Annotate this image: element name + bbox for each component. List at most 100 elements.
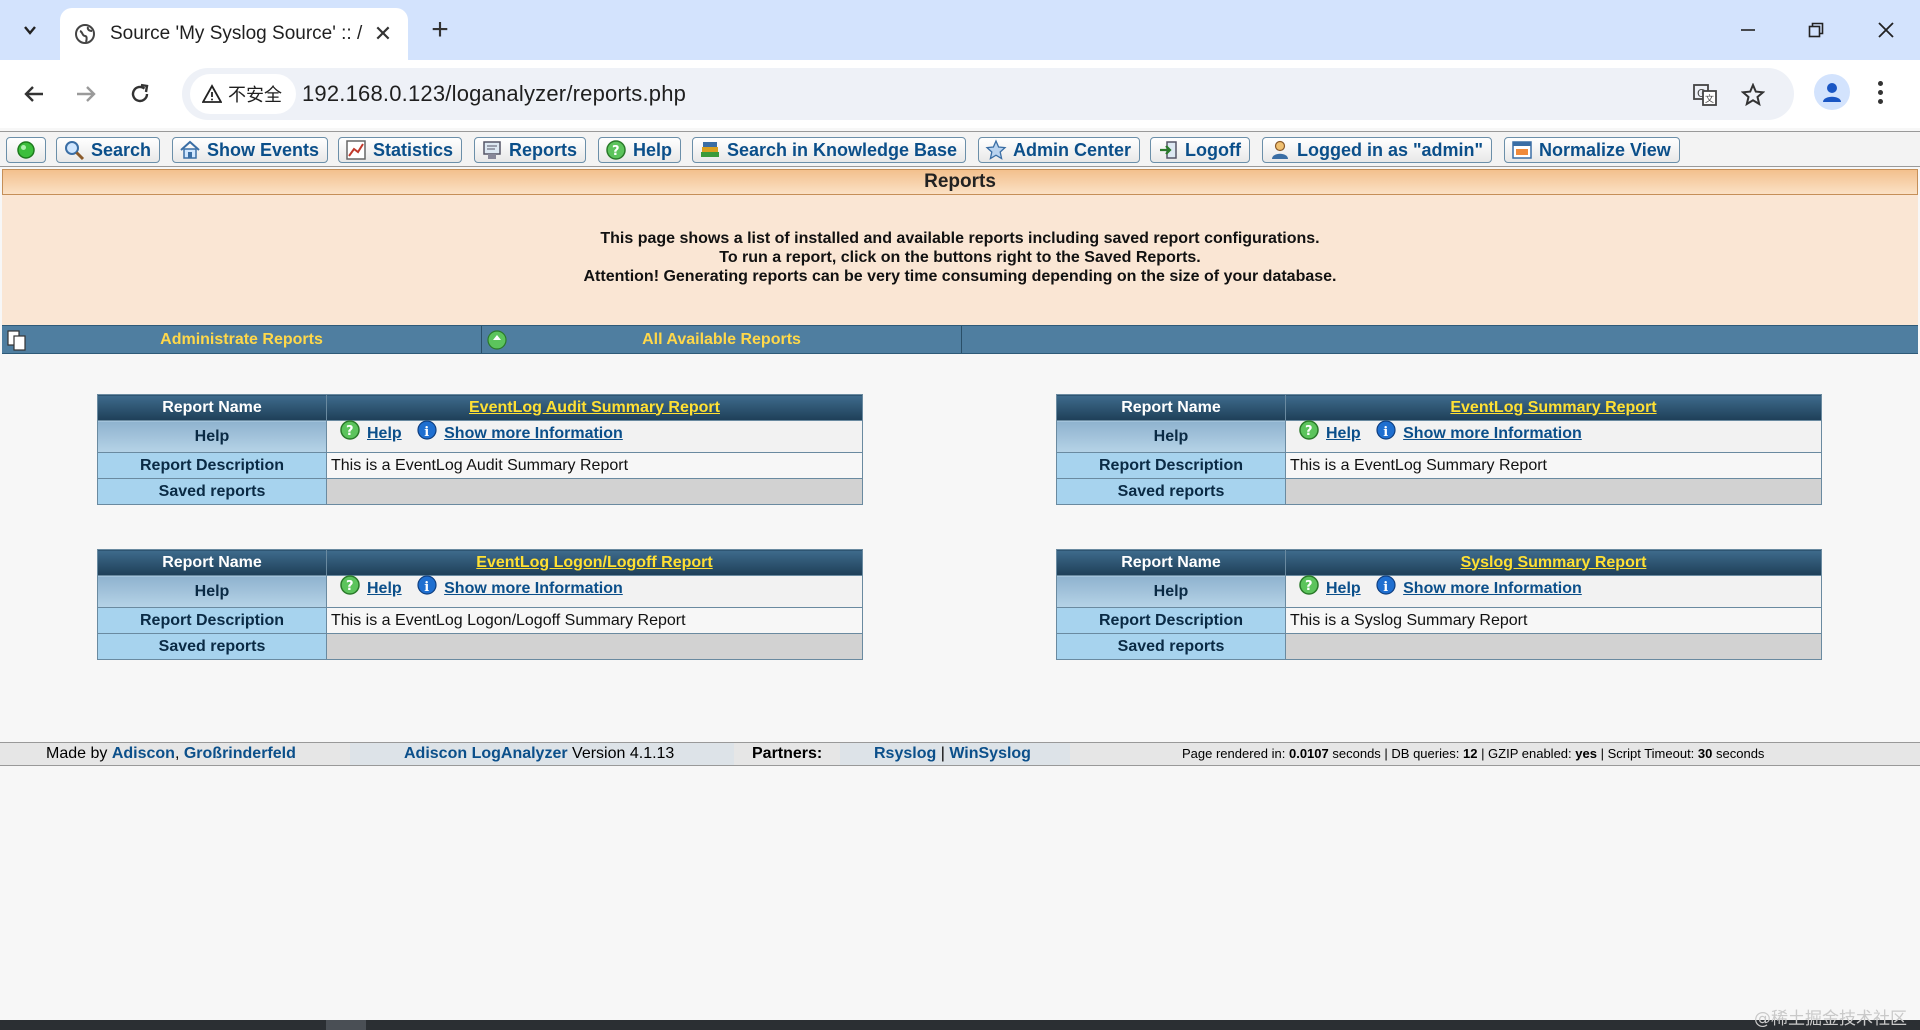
more-info-link[interactable]: i Show more Information [416,575,623,600]
report-table: Report Name EventLog Summary Report Help… [1056,394,1822,505]
info-box: This page shows a list of installed and … [2,195,1918,325]
report-table: Report Name EventLog Audit Summary Repor… [97,394,863,505]
menu-logged-in-button[interactable]: Logged in as "admin" [1262,137,1493,163]
profile-avatar-icon[interactable] [1814,74,1850,110]
star-icon [985,139,1007,160]
saved-reports-cell [1285,633,1822,660]
svg-text:i: i [424,425,429,440]
report-name-link[interactable]: EventLog Audit Summary Report [469,399,720,416]
help-icon: ? [1299,420,1319,440]
winsyslog-link[interactable]: WinSyslog [949,745,1031,762]
restore-button[interactable] [1782,0,1850,60]
security-chip[interactable]: 不安全 [190,74,296,114]
report-name-link[interactable]: EventLog Logon/Logoff Report [476,554,712,571]
help-icon: ? [1299,575,1319,595]
administrate-reports-link[interactable]: Administrate Reports [2,326,482,353]
report-name-link[interactable]: Syslog Summary Report [1461,554,1647,571]
report-description-label: Report Description [97,452,327,479]
menu-knowledge-base-button[interactable]: Search in Knowledge Base [692,137,967,163]
more-info-link[interactable]: i Show more Information [416,420,623,445]
taskbar-item[interactable] [326,1020,366,1030]
grossrinderfeld-link[interactable]: Großrinderfeld [184,745,296,762]
menu-show-events-button[interactable]: Show Events [172,137,329,163]
browser-tabstrip: Source 'My Syslog Source' :: / ✕ + [0,0,1920,60]
svg-text:文: 文 [1705,93,1714,105]
saved-reports-cell [326,478,863,505]
minimize-button[interactable] [1714,0,1782,60]
chevron-down-icon [24,26,36,35]
browser-toolbar: 不安全 192.168.0.123/loganalyzer/reports.ph… [0,60,1920,128]
security-label: 不安全 [228,85,282,105]
arrow-left-icon [24,86,43,102]
saved-reports-label: Saved reports [97,478,327,505]
adiscon-link[interactable]: Adiscon [112,745,175,762]
svg-text:i: i [424,580,429,595]
report-subnav: Administrate Reports All Available Repor… [2,325,1918,354]
status-green-icon [17,141,35,159]
watermark-text: @稀土掘金技术社区 [1754,1009,1907,1029]
report-description: This is a EventLog Logon/Logoff Summary … [326,607,863,634]
help-link[interactable]: ? Help [339,420,402,445]
green-arrow-icon [487,330,507,350]
restore-icon [1808,22,1824,38]
svg-text:?: ? [612,144,620,159]
home-icon [180,140,200,159]
report-name-label: Report Name [97,394,327,421]
rsyslog-link[interactable]: Rsyslog [874,745,936,762]
report-table: Report Name EventLog Logon/Logoff Report… [97,549,863,660]
help-link[interactable]: ? Help [1298,420,1361,445]
saved-reports-cell [326,633,863,660]
bookmark-star-icon[interactable] [1738,80,1768,110]
browser-menu-icon[interactable] [1868,74,1892,110]
more-info-link[interactable]: i Show more Information [1375,575,1582,600]
menu-admin-center-button[interactable]: Admin Center [978,137,1141,163]
help-link[interactable]: ? Help [339,575,402,600]
tab-close-icon[interactable]: ✕ [372,21,394,46]
svg-text:i: i [1383,425,1388,440]
help-link[interactable]: ? Help [1298,575,1361,600]
menu-statistics-button[interactable]: Statistics [338,137,463,163]
window-icon [1512,141,1532,159]
new-tab-button[interactable]: + [424,13,456,46]
menu-help-button[interactable]: ? Help [598,137,682,163]
menu-normalize-view-button[interactable]: Normalize View [1504,137,1680,163]
main-menu-bar: Search Show Events Statistics Reports ? … [0,131,1920,167]
warning-icon [202,84,222,103]
menu-reports-button[interactable]: Reports [474,137,587,163]
browser-tab[interactable]: Source 'My Syslog Source' :: / ✕ [60,8,408,60]
help-icon: ? [340,420,360,440]
report-name-label: Report Name [1056,394,1286,421]
menu-logoff-button[interactable]: Logoff [1150,137,1250,163]
report-name-link[interactable]: EventLog Summary Report [1450,399,1656,416]
address-bar[interactable]: 不安全 192.168.0.123/loganalyzer/reports.ph… [182,68,1794,120]
saved-reports-label: Saved reports [1056,633,1286,660]
svg-text:?: ? [346,579,354,594]
help-label: Help [1056,575,1286,608]
report-table: Report Name Syslog Summary Report Help ?… [1056,549,1822,660]
close-icon [1878,22,1894,38]
footer-render-stats: Page rendered in: 0.0107 seconds | DB qu… [1070,743,1920,765]
os-taskbar [0,1020,1920,1030]
info-icon: i [1376,420,1396,440]
close-window-button[interactable] [1852,0,1920,60]
footer-made-by: Made by Adiscon, Großrinderfeld [0,743,350,765]
back-button[interactable] [14,74,54,114]
help-icon: ? [340,575,360,595]
report-description: This is a Syslog Summary Report [1285,607,1822,634]
more-info-link[interactable]: i Show more Information [1375,420,1582,445]
footer-product: Adiscon LogAnalyzer Version 4.1.13 [404,745,675,762]
url-text[interactable]: 192.168.0.123/loganalyzer/reports.php [302,81,686,107]
report-description-label: Report Description [1056,607,1286,634]
loganalyzer-link[interactable]: Adiscon LogAnalyzer [404,745,568,762]
reload-button[interactable] [120,74,160,114]
tab-search-button[interactable] [12,12,48,48]
magnifier-icon [65,141,85,161]
menu-search-button[interactable]: Search [56,137,161,163]
menu-status-button[interactable] [6,137,46,163]
forward-button[interactable] [66,74,106,114]
chart-icon [346,140,366,160]
help-icon: ? [606,140,626,160]
translate-icon[interactable]: G文 [1690,80,1720,110]
all-available-reports-link[interactable]: All Available Reports [482,326,962,353]
minimize-icon [1741,29,1755,31]
